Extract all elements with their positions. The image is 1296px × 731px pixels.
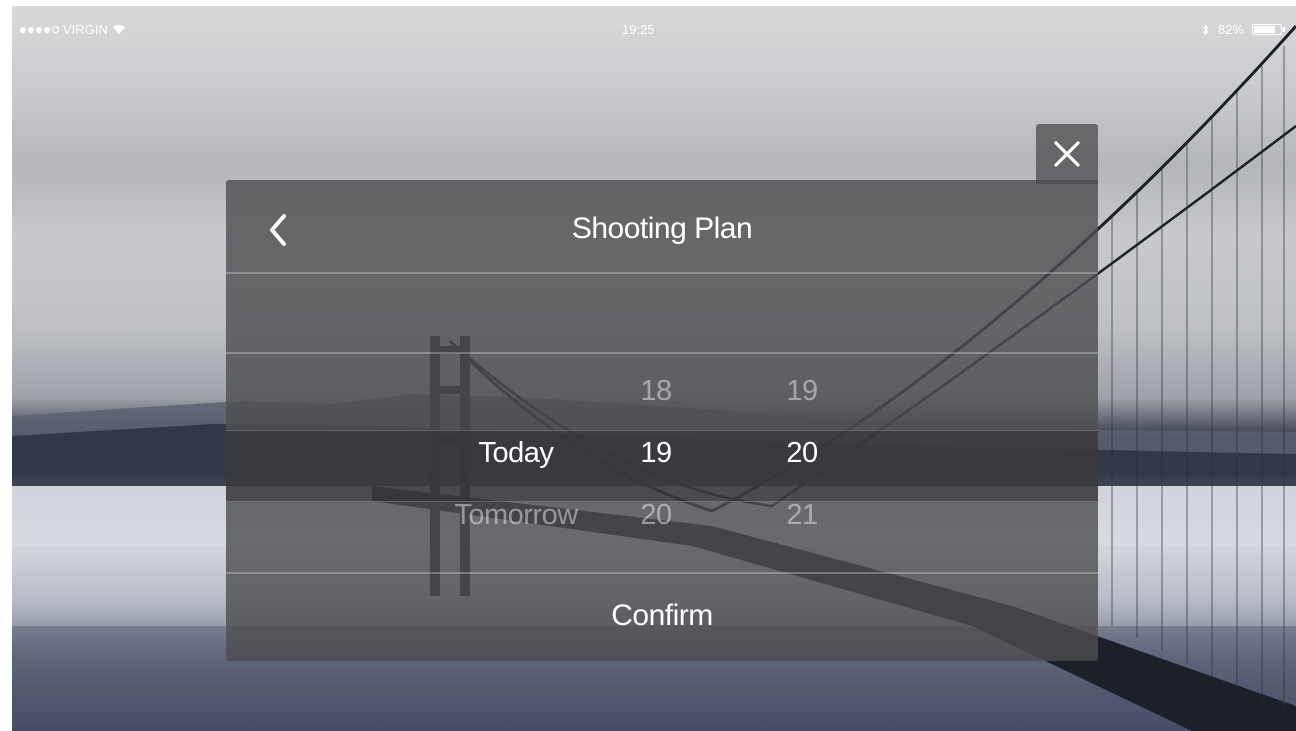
confirm-divider — [226, 572, 1098, 574]
picker-column-day[interactable]: Today Tomorrow — [441, 360, 591, 546]
signal-dot — [28, 26, 34, 33]
shooting-plan-dialog: Shooting Plan Today Tomorrow 18 19 20 19… — [226, 180, 1098, 661]
app-screen: VIRGIN 19:25 82% Shooting Plan Today Tom… — [0, 0, 1296, 731]
bluetooth-icon — [1202, 23, 1209, 36]
signal-dot-empty — [52, 26, 59, 33]
picker-item-day[interactable]: Tomorrow — [454, 484, 578, 546]
picker-column-hour[interactable]: 18 19 20 — [626, 360, 686, 546]
battery-percent: 82% — [1217, 22, 1244, 37]
confirm-button[interactable]: Confirm — [226, 578, 1098, 654]
status-time: 19:25 — [622, 22, 655, 37]
picker-item-minute[interactable]: 19 — [786, 360, 818, 422]
picker-item-minute-selected[interactable]: 20 — [786, 422, 818, 484]
picker-item-minute[interactable]: 21 — [786, 484, 818, 546]
header-divider — [226, 272, 1098, 274]
picker-item-hour[interactable]: 18 — [640, 360, 672, 422]
signal-dot — [44, 26, 50, 33]
picker-item-day-selected[interactable]: Today — [479, 422, 554, 484]
picker-item-hour[interactable]: 20 — [640, 484, 672, 546]
carrier-name: VIRGIN — [63, 22, 108, 37]
close-icon — [1054, 141, 1080, 167]
date-time-picker[interactable]: Today Tomorrow 18 19 20 19 20 21 — [226, 360, 1098, 570]
status-right: 82% — [1202, 22, 1285, 37]
battery-fill — [1254, 26, 1275, 33]
picker-top-divider — [226, 352, 1098, 354]
signal-dot — [36, 26, 42, 33]
dialog-header: Shooting Plan — [226, 180, 1098, 276]
dialog-title: Shooting Plan — [571, 212, 753, 245]
close-button[interactable] — [1036, 124, 1098, 184]
picker-column-minute[interactable]: 19 20 21 — [772, 360, 832, 546]
signal-dot — [20, 26, 26, 33]
wifi-icon — [112, 25, 125, 34]
picker-item-hour-selected[interactable]: 19 — [640, 422, 672, 484]
signal-dots-icon — [20, 26, 59, 33]
status-left: VIRGIN — [20, 22, 126, 37]
status-bar: VIRGIN 19:25 82% — [12, 6, 1296, 50]
battery-icon — [1252, 24, 1285, 35]
